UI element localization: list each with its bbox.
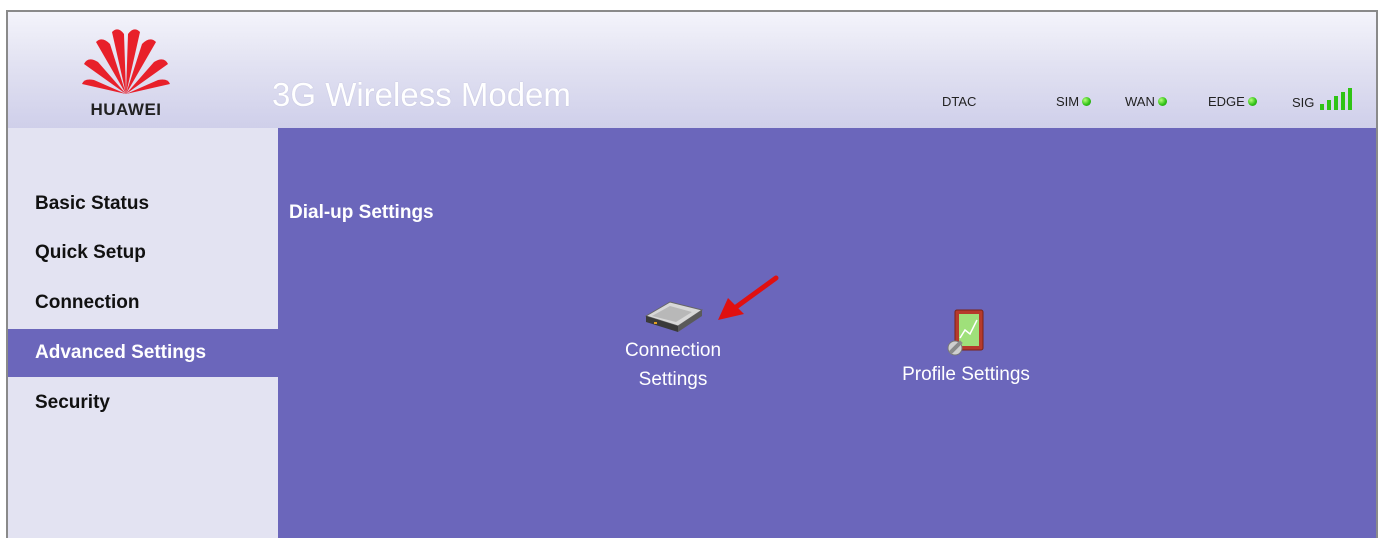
sidebar-item-security[interactable]: Security — [8, 379, 278, 427]
wan-indicator: WAN — [1125, 94, 1167, 109]
app-title: 3G Wireless Modem — [272, 76, 571, 113]
modem-web-ui: HUAWEI 3G Wireless Modem DTAC SIM WAN ED… — [6, 10, 1378, 538]
red-arrow-icon — [718, 275, 779, 320]
connection-settings-label-1: Connection — [624, 340, 722, 361]
huawei-petals-icon — [82, 29, 170, 94]
sidebar-nav: Basic Status Quick Setup Connection Adva… — [8, 128, 278, 538]
hard-drive-icon — [644, 301, 704, 332]
edge-indicator: EDGE — [1208, 94, 1257, 109]
operator-name: DTAC — [942, 94, 976, 109]
sidebar-item-basic-status[interactable]: Basic Status — [8, 180, 278, 228]
sidebar-item-advanced-settings[interactable]: Advanced Settings — [8, 329, 278, 377]
green-status-dot-icon — [1247, 97, 1257, 106]
profile-settings-label: Profile Settings — [902, 364, 1030, 385]
signal-bars-icon — [1317, 88, 1353, 110]
main-content: Dial-up Settings Connection Settings Pro… — [278, 128, 1376, 538]
sim-indicator: SIM — [1056, 94, 1092, 109]
brand-name: HUAWEI — [90, 100, 162, 119]
sidebar-item-quick-setup[interactable]: Quick Setup — [8, 229, 278, 277]
huawei-logo: HUAWEI — [76, 24, 176, 120]
green-status-dot-icon — [1157, 97, 1167, 106]
connection-settings-label-2: Settings — [638, 369, 708, 390]
profile-settings-icon — [947, 309, 984, 356]
green-status-dot-icon — [1082, 97, 1092, 106]
sig-label: SIG — [1292, 94, 1315, 110]
header-bar: HUAWEI 3G Wireless Modem DTAC SIM WAN ED… — [8, 12, 1376, 128]
sidebar-item-connection[interactable]: Connection — [8, 279, 278, 327]
profile-settings-button[interactable]: Profile Settings — [886, 308, 1046, 389]
page-title: Dial-up Settings — [289, 202, 434, 223]
edge-label: EDGE — [1208, 94, 1245, 109]
sim-label: SIM — [1056, 94, 1080, 109]
wan-label: WAN — [1125, 94, 1155, 109]
operator-label: DTAC — [942, 94, 977, 109]
signal-indicator: SIG — [1292, 88, 1353, 110]
